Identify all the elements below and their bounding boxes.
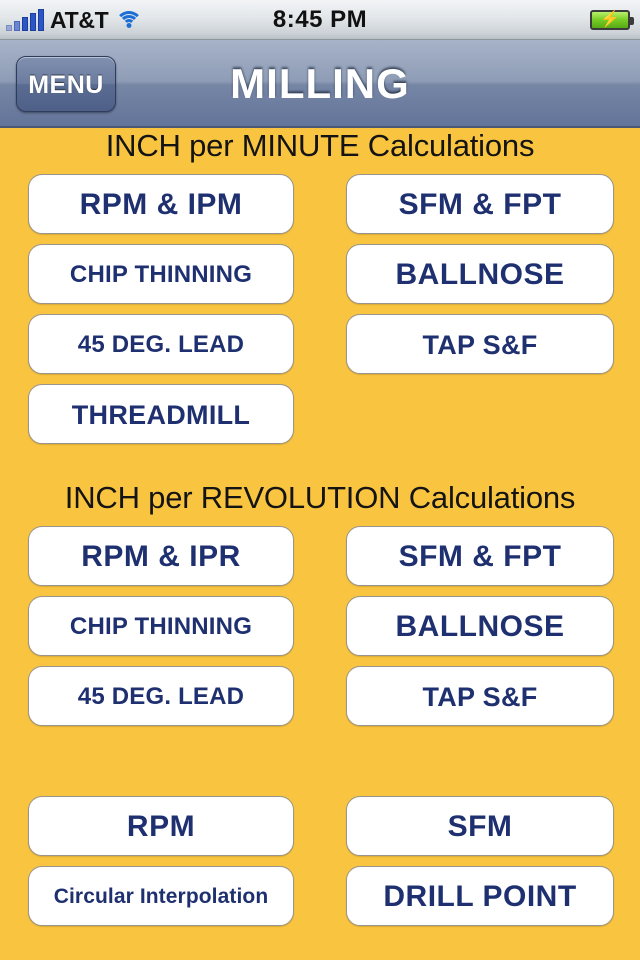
section-header: INCH per MINUTE Calculations (105, 128, 535, 163)
calc-button[interactable]: 45 DEG. LEAD (28, 666, 294, 726)
calc-button[interactable]: SFM & FPT (346, 526, 614, 586)
navigation-bar: MENU MILLING (0, 40, 640, 128)
calc-button[interactable]: THREADMILL (28, 384, 294, 444)
calc-button[interactable]: Circular Interpolation (28, 866, 294, 926)
calc-button[interactable]: RPM & IPR (28, 526, 294, 586)
page-title: MILLING (230, 60, 410, 107)
calc-button[interactable]: RPM & IPM (28, 174, 294, 234)
section-2: INCH per REVOLUTION Calculations RPM & IP… (0, 480, 640, 726)
section-header: INCH per REVOLUTION Calculations (64, 480, 576, 515)
calc-button[interactable]: SFM (346, 796, 614, 856)
calc-button[interactable]: CHIP THINNING (28, 596, 294, 656)
status-bar: AT&T 8:45 PM ⚡ (0, 0, 640, 40)
content-area: INCH per MINUTE Calculations RPM & IPM SFM… (0, 128, 640, 960)
section-1: INCH per MINUTE Calculations RPM & IPM SFM… (0, 128, 640, 444)
app-screen: AT&T 8:45 PM ⚡ MENU MILLING INCH per MIN… (0, 0, 640, 960)
calc-button[interactable]: RPM (28, 796, 294, 856)
calc-button[interactable]: BALLNOSE (346, 596, 614, 656)
calc-button[interactable]: 45 DEG. LEAD (28, 314, 294, 374)
battery-charging-icon: ⚡ (590, 10, 634, 30)
calc-button[interactable]: TAP S&F (346, 314, 614, 374)
calc-button[interactable]: CHIP THINNING (28, 244, 294, 304)
calc-button[interactable]: DRILL POINT (346, 866, 614, 926)
calc-button[interactable]: BALLNOSE (346, 244, 614, 304)
calc-button[interactable]: SFM & FPT (346, 174, 614, 234)
charging-bolt-icon: ⚡ (600, 11, 620, 28)
clock-label: 8:45 PM (272, 6, 368, 33)
status-bar-right: ⚡ (590, 0, 634, 40)
calc-button[interactable]: TAP S&F (346, 666, 614, 726)
